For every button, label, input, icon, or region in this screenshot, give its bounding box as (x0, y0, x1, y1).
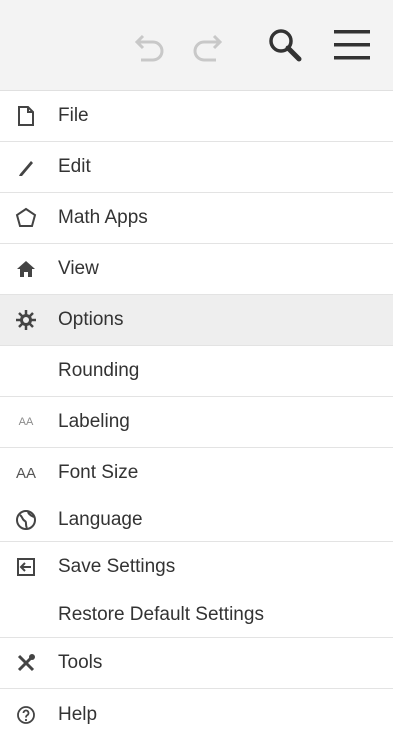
menu-item-rounding[interactable]: Rounding (0, 346, 393, 397)
menu-item-view[interactable]: View (0, 244, 393, 295)
menu-item-label: Font Size (58, 462, 139, 483)
save-settings-icon (10, 542, 42, 592)
menu-item-label: Labeling (58, 411, 130, 432)
menu-item-label: Help (58, 703, 98, 725)
menu-item-font-size[interactable]: AA Font Size (0, 448, 393, 498)
undo-icon[interactable] (126, 22, 172, 68)
menu-item-help[interactable]: Help (0, 689, 393, 740)
menu-item-label: View (58, 258, 99, 279)
globe-icon (10, 498, 42, 541)
hamburger-menu-icon[interactable] (329, 22, 375, 68)
redo-icon[interactable] (185, 22, 231, 68)
labeling-icon: AA (18, 416, 34, 428)
menu-item-save-settings[interactable]: Save Settings (0, 542, 393, 592)
menu-item-math-apps[interactable]: Math Apps (0, 193, 393, 244)
menu-item-label: Options (58, 309, 124, 330)
home-icon (10, 244, 42, 294)
menu-item-label: Language (58, 508, 143, 530)
gear-icon (10, 295, 42, 345)
math-apps-icon (10, 193, 42, 243)
search-icon[interactable] (262, 22, 308, 68)
font-size-icon: AA (15, 464, 36, 482)
menu-item-label: Math Apps (58, 207, 148, 228)
menu-item-file[interactable]: File (0, 91, 393, 142)
tools-icon (10, 638, 42, 688)
menu-item-tools[interactable]: Tools (0, 638, 393, 689)
pencil-icon (10, 142, 42, 192)
menu-item-label: Rounding (58, 360, 140, 381)
help-icon (10, 689, 42, 740)
menu-item-language[interactable]: Language (0, 498, 393, 542)
menu-item-edit[interactable]: Edit (0, 142, 393, 193)
menu-item-restore-defaults[interactable]: Restore Default Settings (0, 592, 393, 638)
menu-item-label: Restore Default Settings (58, 603, 264, 625)
menu-item-label: Save Settings (58, 556, 176, 577)
menu-item-label: Tools (58, 652, 103, 673)
menu-item-labeling[interactable]: AA Labeling (0, 397, 393, 448)
main-menu: File Edit Math Apps View Options Roundin… (0, 91, 393, 740)
menu-item-label: File (58, 105, 89, 126)
menu-item-options[interactable]: Options (0, 295, 393, 346)
menu-item-label: Edit (58, 156, 91, 177)
top-toolbar (0, 0, 393, 91)
file-icon (10, 91, 42, 141)
